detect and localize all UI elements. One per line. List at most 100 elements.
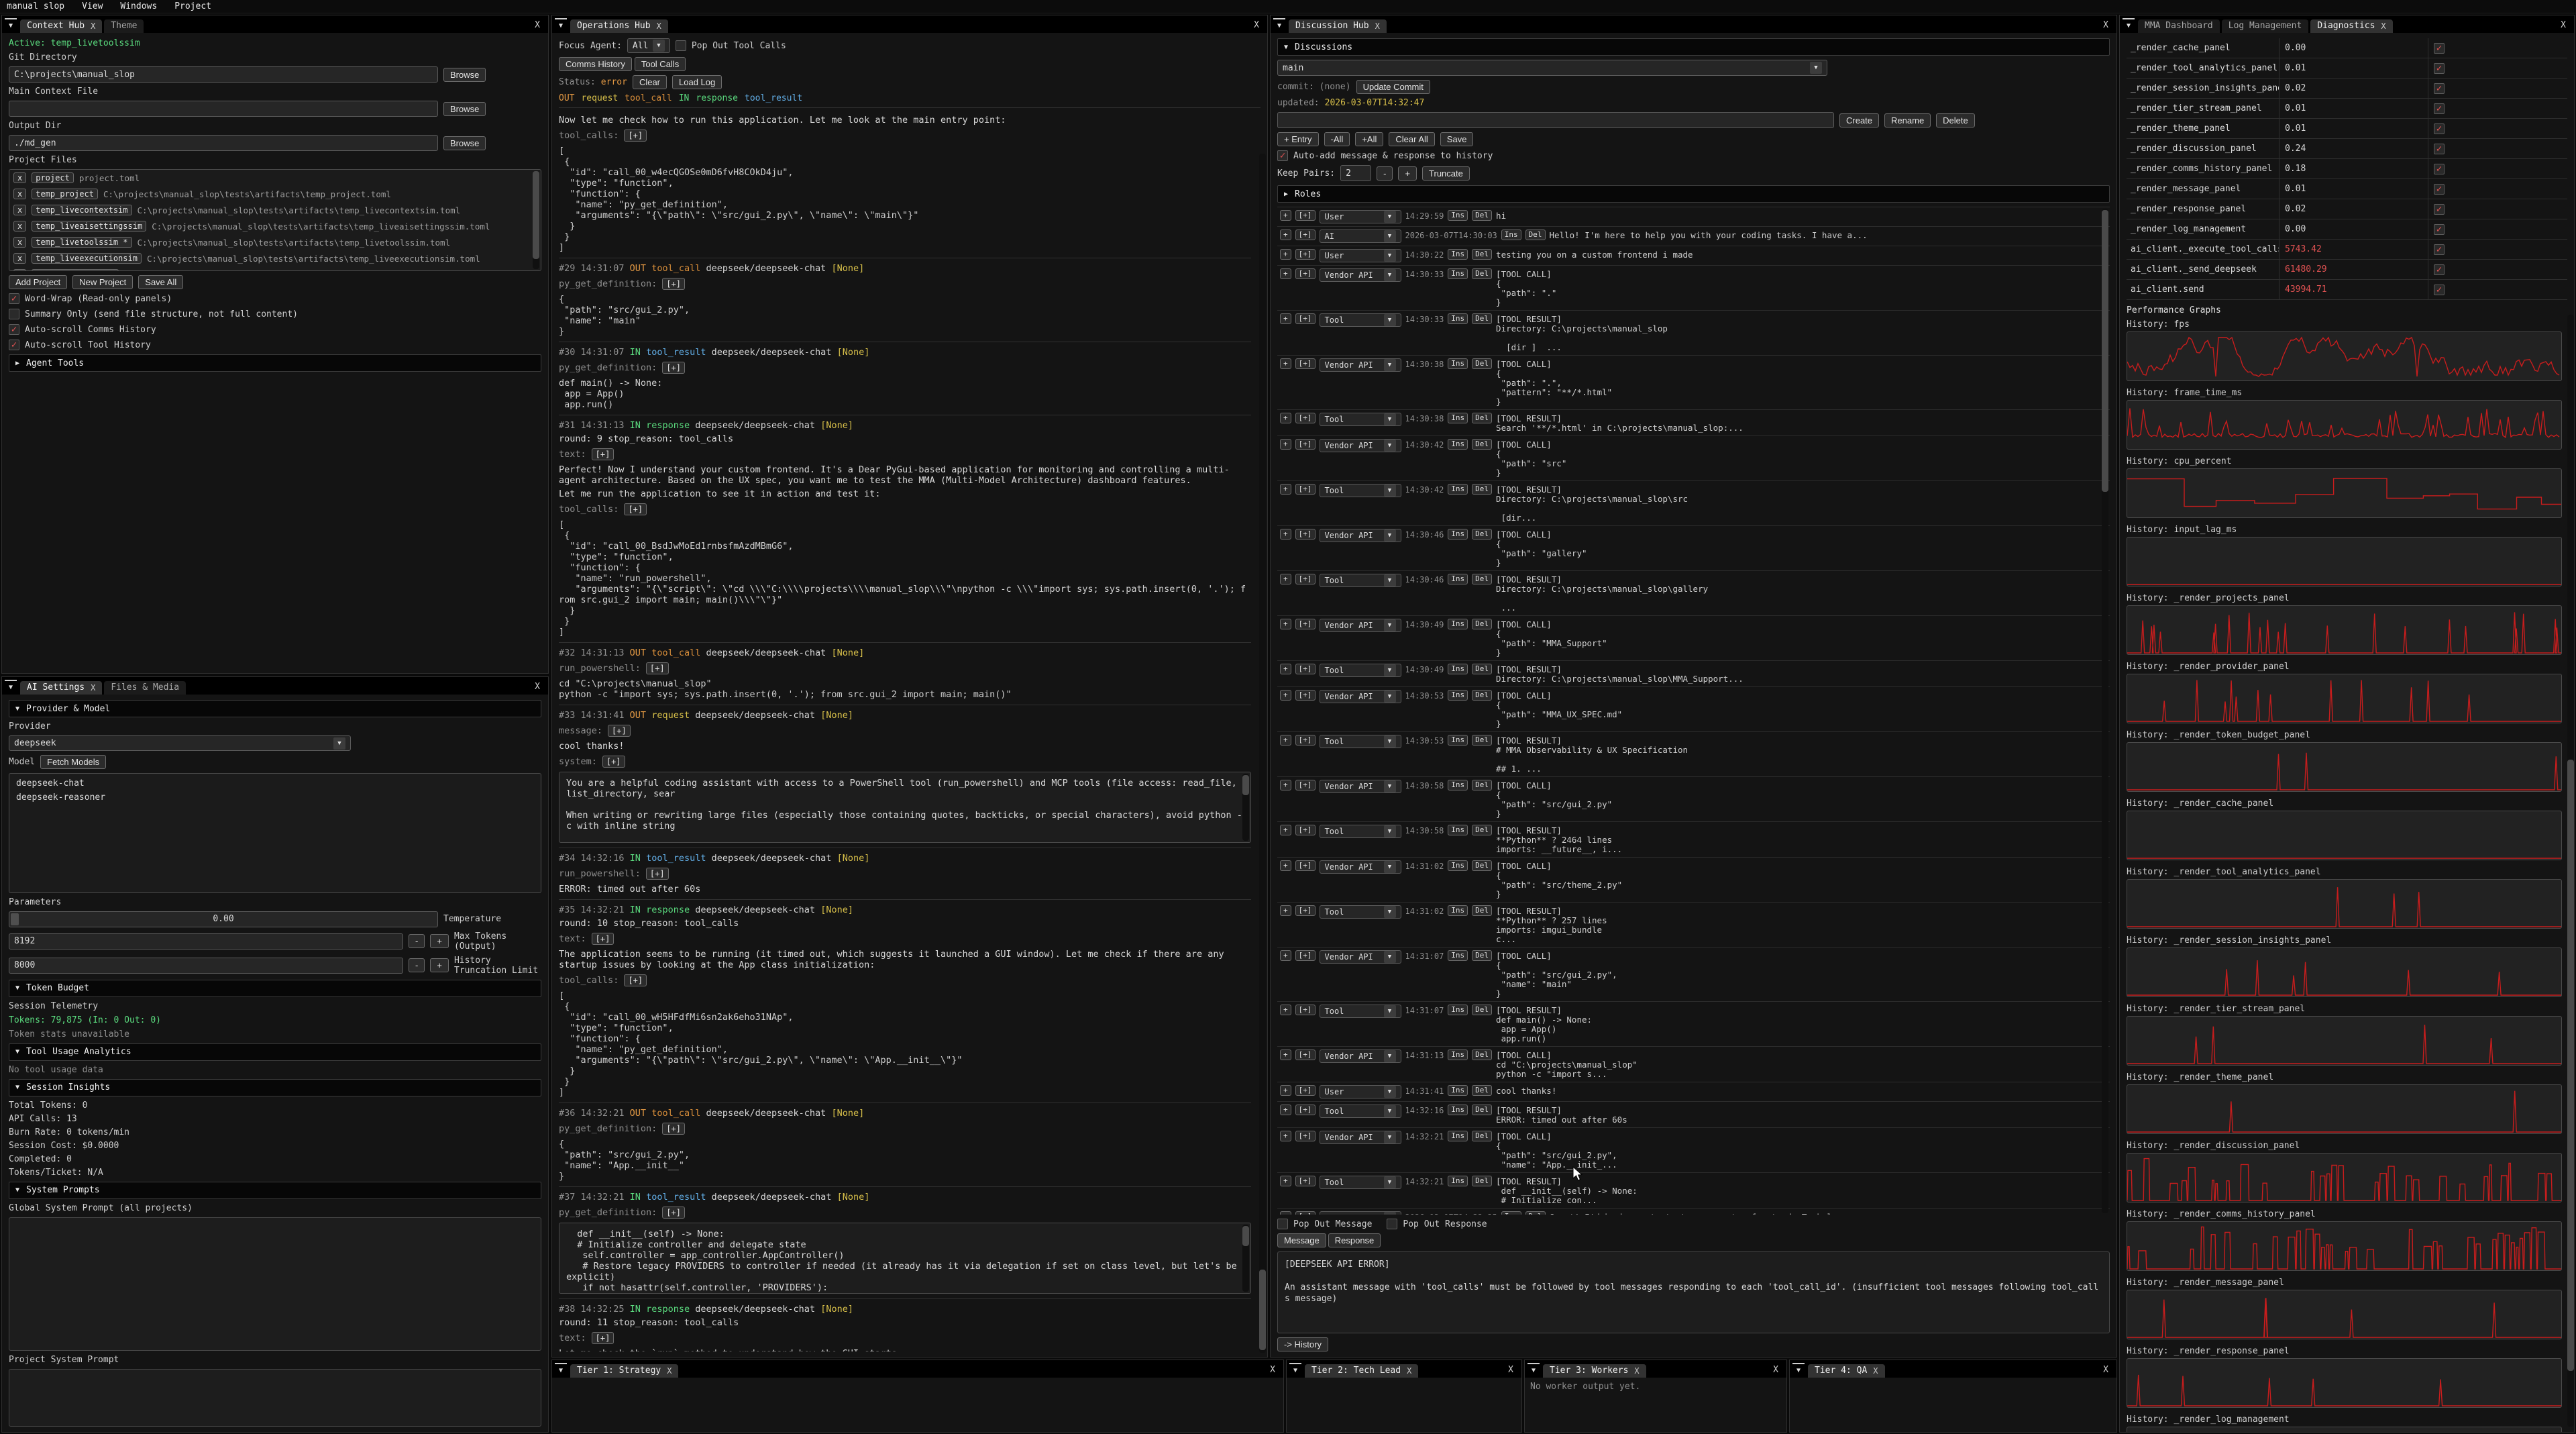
window-close-icon[interactable]: X xyxy=(1504,1364,1517,1376)
role-dropdown[interactable]: Tool▼ xyxy=(1320,1105,1401,1118)
row-insert-button[interactable]: Ins xyxy=(1448,860,1468,871)
role-dropdown[interactable]: Tool▼ xyxy=(1320,413,1401,426)
row-add-button[interactable]: + xyxy=(1280,619,1291,629)
row-insert-button[interactable]: Ins xyxy=(1448,1005,1468,1015)
entry-action-button[interactable]: Clear All xyxy=(1389,132,1434,146)
expand-button[interactable]: [+] xyxy=(662,1207,685,1219)
collapse-icon[interactable]: ▼ xyxy=(5,680,17,693)
role-dropdown[interactable]: Vendor API▼ xyxy=(1320,780,1401,793)
project-file-row[interactable]: x project project.toml xyxy=(9,170,541,186)
checkbox[interactable]: ✓ xyxy=(9,324,19,335)
row-delete-button[interactable]: Del xyxy=(1472,619,1492,629)
row-delete-button[interactable]: Del xyxy=(1472,313,1492,324)
row-add-button[interactable]: + xyxy=(1280,229,1291,240)
project-prompt-textarea[interactable] xyxy=(9,1369,541,1427)
row-insert-button[interactable]: Ins xyxy=(1448,439,1468,450)
row-insert-button[interactable]: Ins xyxy=(1448,358,1468,369)
auto-add-checkbox[interactable]: ✓ xyxy=(1277,150,1288,161)
discussion-row[interactable]: + [+] Vendor API▼ 14:30:33 Ins Del [TOOL… xyxy=(1277,266,2110,311)
expand-button[interactable]: [+] xyxy=(608,725,631,737)
window-close-icon[interactable]: X xyxy=(2099,19,2112,32)
pop-out-tool-calls-checkbox[interactable]: ✓ xyxy=(676,40,686,51)
expand-button[interactable]: [+] xyxy=(646,868,669,880)
window-close-icon[interactable]: X xyxy=(1266,1364,1279,1376)
focus-agent-dropdown[interactable]: All▼ xyxy=(627,38,670,53)
row-delete-button[interactable]: Del xyxy=(1472,1005,1492,1015)
row-expand-button[interactable]: [+] xyxy=(1295,229,1316,240)
tab-close-icon[interactable]: X xyxy=(1873,1366,1878,1376)
tab-tier4[interactable]: Tier 4: QAX xyxy=(1808,1364,1885,1378)
checkbox-row[interactable]: ✓ Auto-scroll Comms History xyxy=(9,324,541,335)
expand-button[interactable]: [+] xyxy=(662,362,685,374)
row-delete-button[interactable]: Del xyxy=(1472,1105,1492,1115)
row-insert-button[interactable]: Ins xyxy=(1448,825,1468,835)
row-delete-button[interactable]: Del xyxy=(1472,413,1492,423)
main-context-browse-button[interactable]: Browse xyxy=(443,102,486,116)
row-add-button[interactable]: + xyxy=(1280,1176,1291,1186)
pop-out-response-checkbox[interactable]: ✓ xyxy=(1387,1219,1397,1229)
model-list-item[interactable]: deepseek-reasoner xyxy=(11,790,539,805)
file-name-chip[interactable]: project xyxy=(32,172,74,183)
remove-file-button[interactable]: x xyxy=(13,237,26,248)
file-name-chip[interactable]: temp_liveaisettingssim xyxy=(32,221,146,232)
delete-button[interactable]: Delete xyxy=(1936,113,1975,127)
project-file-row[interactable]: x temp_livecontextsim C:\projects\manual… xyxy=(9,202,541,218)
tab-close-icon[interactable]: X xyxy=(91,683,95,693)
load-log-button[interactable]: Load Log xyxy=(672,75,722,89)
temperature-slider[interactable]: 0.00 xyxy=(9,911,438,927)
row-delete-button[interactable]: Del xyxy=(1472,210,1492,221)
row-insert-button[interactable]: Ins xyxy=(1448,1085,1468,1096)
discussion-row[interactable]: + [+] Vendor API▼ 14:31:07 Ins Del [TOOL… xyxy=(1277,948,2110,1002)
collapse-icon[interactable]: ▼ xyxy=(1792,1363,1805,1376)
session-insights-header[interactable]: ▼Session Insights xyxy=(9,1079,541,1096)
code-box-scrollbar[interactable] xyxy=(1242,774,1249,841)
row-insert-button[interactable]: Ins xyxy=(1448,484,1468,495)
discussion-row[interactable]: + [+] Vendor API▼ 14:31:13 Ins Del [TOOL… xyxy=(1277,1047,2110,1082)
checkbox[interactable]: ✓ xyxy=(9,309,19,319)
row-delete-button[interactable]: Del xyxy=(1472,1131,1492,1141)
tab-close-icon[interactable]: X xyxy=(667,1366,672,1376)
output-browse-button[interactable]: Browse xyxy=(443,136,486,150)
row-delete-button[interactable]: Del xyxy=(1472,735,1492,746)
row-insert-button[interactable]: Ins xyxy=(1448,574,1468,584)
row-insert-button[interactable]: Ins xyxy=(1448,1131,1468,1141)
tab-discussion-hub[interactable]: Discussion HubX xyxy=(1289,19,1387,33)
roles-header[interactable]: ▶Roles xyxy=(1277,185,2110,203)
row-expand-button[interactable]: [+] xyxy=(1295,484,1316,495)
tool-usage-header[interactable]: ▼Tool Usage Analytics xyxy=(9,1043,541,1061)
discussion-scrollbar[interactable] xyxy=(2102,209,2108,1213)
menu-item[interactable]: manual slop xyxy=(7,1,64,11)
row-add-button[interactable]: + xyxy=(1280,574,1291,584)
row-expand-button[interactable]: [+] xyxy=(1295,905,1316,916)
tab-files-media[interactable]: Files & Media xyxy=(104,681,186,695)
file-name-chip[interactable]: temp_livecontextsim xyxy=(32,205,131,215)
discussion-row[interactable]: + [+] Tool▼ 14:30:58 Ins Del [TOOL RESUL… xyxy=(1277,822,2110,858)
row-add-button[interactable]: + xyxy=(1280,313,1291,324)
discussion-row[interactable]: + [+] Tool▼ 14:30:38 Ins Del [TOOL RESUL… xyxy=(1277,410,2110,436)
row-delete-button[interactable]: Del xyxy=(1525,229,1546,240)
diagnostic-checkbox[interactable]: ✓ xyxy=(2434,123,2445,134)
row-expand-button[interactable]: [+] xyxy=(1295,1085,1316,1096)
system-prompts-header[interactable]: ▼System Prompts xyxy=(9,1182,541,1199)
row-add-button[interactable]: + xyxy=(1280,825,1291,835)
window-close-icon[interactable]: X xyxy=(531,680,544,693)
remove-file-button[interactable]: x xyxy=(13,205,26,215)
row-add-button[interactable]: + xyxy=(1280,249,1291,260)
entry-action-button[interactable]: Save xyxy=(1440,132,1474,146)
discussion-row[interactable]: + [+] Tool▼ 14:32:16 Ins Del [TOOL RESUL… xyxy=(1277,1102,2110,1128)
file-name-chip[interactable]: temp_livetoolssim * xyxy=(32,237,131,248)
tab-close-icon[interactable]: X xyxy=(2381,21,2385,31)
row-delete-button[interactable]: Del xyxy=(1472,1085,1492,1096)
expand-button[interactable]: [+] xyxy=(624,974,647,986)
collapse-icon[interactable]: ▼ xyxy=(1289,1363,1301,1376)
discussion-row[interactable]: + [+] Tool▼ 14:31:02 Ins Del [TOOL RESUL… xyxy=(1277,903,2110,948)
ops-scrollbar[interactable] xyxy=(1259,154,1266,1353)
expand-button[interactable]: [+] xyxy=(662,1123,685,1135)
row-insert-button[interactable]: Ins xyxy=(1448,905,1468,916)
row-expand-button[interactable]: [+] xyxy=(1295,619,1316,629)
discussion-row[interactable]: + [+] User▼ 14:29:59 Ins Del hi xyxy=(1277,207,2110,227)
row-add-button[interactable]: + xyxy=(1280,735,1291,746)
row-delete-button[interactable]: Del xyxy=(1472,780,1492,790)
row-insert-button[interactable]: Ins xyxy=(1448,413,1468,423)
git-browse-button[interactable]: Browse xyxy=(443,68,486,82)
